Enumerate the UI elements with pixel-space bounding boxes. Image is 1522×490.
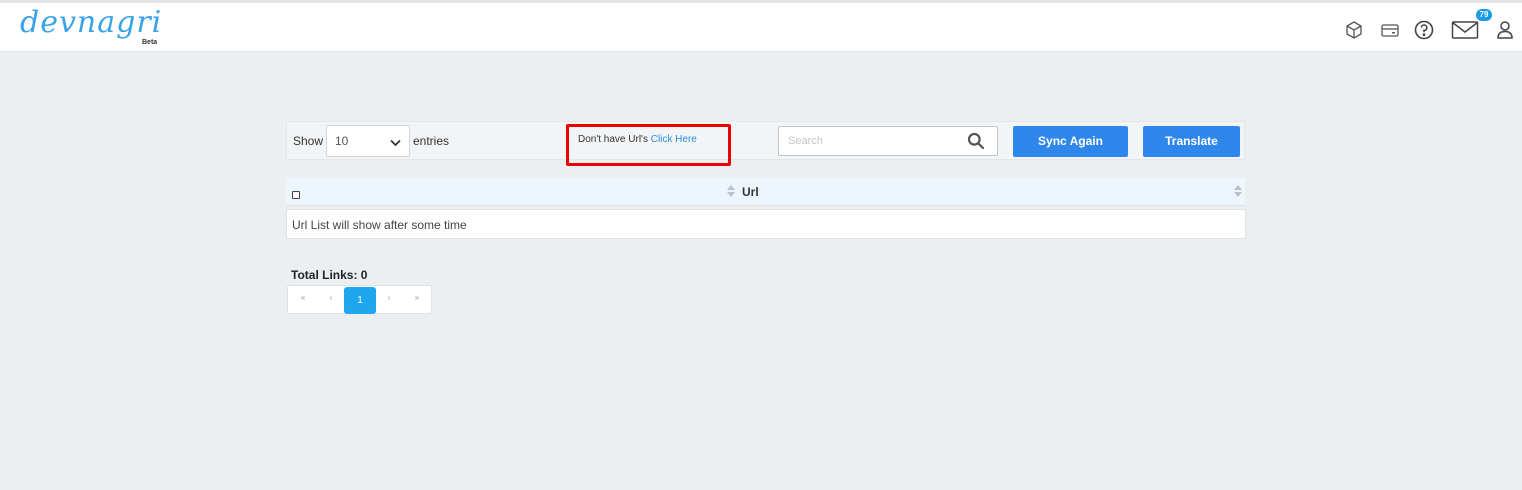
chevron-down-icon xyxy=(390,136,401,150)
pagination: « ‹ 1 › » xyxy=(287,285,432,314)
sort-icon[interactable] xyxy=(1234,185,1242,199)
column-header-url[interactable]: Url xyxy=(742,185,759,199)
table-row: Url List will show after some time xyxy=(286,209,1246,239)
user-icon[interactable] xyxy=(1494,19,1516,41)
highlight-annotation-box xyxy=(566,124,731,166)
table-toolbar: Show 10 entries Don't have Url's Click H… xyxy=(286,121,1245,166)
click-here-link[interactable]: Click Here xyxy=(651,134,697,145)
devnagri-logo[interactable]: devnagri xyxy=(20,5,162,40)
sync-again-button[interactable]: Sync Again xyxy=(1013,126,1128,157)
total-links-count: Total Links: 0 xyxy=(291,268,368,282)
search-icon[interactable] xyxy=(967,132,985,155)
help-icon[interactable] xyxy=(1413,19,1435,41)
search-input[interactable] xyxy=(779,127,959,155)
select-all-checkbox[interactable] xyxy=(292,191,300,199)
empty-table-message: Url List will show after some time xyxy=(292,218,467,232)
table-header: Url xyxy=(286,178,1245,206)
translate-button[interactable]: Translate xyxy=(1143,126,1240,157)
last-page-button[interactable]: » xyxy=(402,286,432,313)
prev-page-button[interactable]: ‹ xyxy=(316,286,346,313)
no-urls-notice: Don't have Url's Click Here xyxy=(578,134,697,145)
search-box xyxy=(778,126,998,156)
mail-count-badge: 79 xyxy=(1476,9,1492,21)
entries-per-page-select[interactable]: 10 xyxy=(326,125,410,157)
mail-icon[interactable] xyxy=(1451,19,1479,41)
sort-icon[interactable] xyxy=(727,185,735,199)
card-icon[interactable] xyxy=(1379,19,1401,41)
page-1-button[interactable]: 1 xyxy=(344,287,376,314)
entries-label: entries xyxy=(413,134,450,148)
show-label: Show xyxy=(293,134,324,148)
beta-label: Beta xyxy=(142,39,158,46)
next-page-button[interactable]: › xyxy=(374,286,404,313)
entries-select-value: 10 xyxy=(335,134,349,148)
first-page-button[interactable]: « xyxy=(288,286,318,313)
notice-text: Don't have Url's xyxy=(578,134,651,145)
box-icon[interactable] xyxy=(1343,19,1365,41)
top-navbar: devnagri Beta 79 xyxy=(0,0,1522,52)
